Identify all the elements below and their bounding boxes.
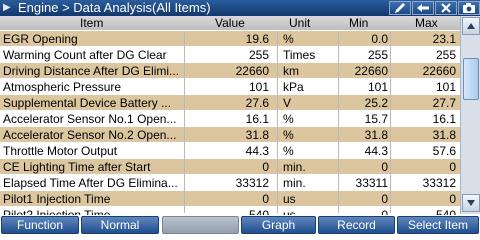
column-divider xyxy=(184,31,185,213)
function-button[interactable]: Function xyxy=(1,216,79,234)
select-item-button[interactable]: Select Item xyxy=(397,216,479,234)
item-max: 57.6 xyxy=(432,144,456,158)
column-header-item[interactable]: Item xyxy=(80,16,103,30)
item-unit: % xyxy=(283,32,294,46)
item-name: EGR Opening xyxy=(3,32,78,46)
item-unit: us xyxy=(283,192,296,206)
item-min: 31.8 xyxy=(364,128,388,142)
item-min: 0 xyxy=(381,160,388,174)
item-value: 0 xyxy=(262,160,269,174)
table-row[interactable]: Pilot1 Injection Time 0 us 0 0 xyxy=(0,191,460,207)
record-button[interactable]: Record xyxy=(318,216,395,234)
item-unit: % xyxy=(283,112,294,126)
table-row[interactable]: Throttle Motor Output 44.3 % 44.3 57.6 xyxy=(0,143,460,159)
item-unit: % xyxy=(283,144,294,158)
item-max: 22660 xyxy=(422,64,456,78)
item-unit: Times xyxy=(283,48,316,62)
item-unit: V xyxy=(283,96,292,110)
column-header-max[interactable]: Max xyxy=(415,16,438,30)
item-max: 0 xyxy=(449,192,456,206)
item-min: 15.7 xyxy=(364,112,388,126)
function-bar: Function Normal Graph Record Select Item xyxy=(0,215,480,234)
column-divider xyxy=(390,31,391,213)
item-name: Accelerator Sensor No.2 Open... xyxy=(3,128,177,142)
item-unit: km xyxy=(283,64,299,78)
table-row[interactable]: Atmospheric Pressure 101 kPa 101 101 xyxy=(0,79,460,95)
item-name: Accelerator Sensor No.1 Open... xyxy=(3,112,177,126)
vertical-scrollbar[interactable] xyxy=(460,16,480,214)
item-name: Driving Distance After DG Elimi... xyxy=(3,64,180,78)
table-row[interactable]: EGR Opening 19.6 % 0.0 23.1 xyxy=(0,31,460,47)
item-max: 255 xyxy=(435,48,456,62)
item-min: 33311 xyxy=(355,176,388,190)
item-min: 25.2 xyxy=(364,96,388,110)
back-arrow-icon[interactable] xyxy=(412,1,434,15)
item-min: 0 xyxy=(381,192,388,206)
item-unit: kPa xyxy=(283,80,304,94)
breadcrumb: Engine > Data Analysis(All Items) xyxy=(18,0,211,15)
item-min: 101 xyxy=(367,80,388,94)
item-min: 44.3 xyxy=(364,144,388,158)
item-max: 101 xyxy=(435,80,456,94)
item-name: Throttle Motor Output xyxy=(3,144,118,158)
item-value: 16.1 xyxy=(245,112,269,126)
item-value: 19.6 xyxy=(245,32,269,46)
item-min: 255 xyxy=(367,48,388,62)
item-value: 0 xyxy=(262,192,269,206)
menu-caret-icon: ▶ xyxy=(3,2,11,13)
table-row[interactable]: Elapsed Time After DG Elimina... 33312 m… xyxy=(0,175,460,191)
item-value: 33312 xyxy=(235,176,269,190)
normal-button[interactable]: Normal xyxy=(81,216,159,234)
item-max: 16.1 xyxy=(432,112,456,126)
close-icon[interactable] xyxy=(435,1,457,15)
scroll-down-arrow-icon[interactable] xyxy=(462,194,480,212)
item-min: 22660 xyxy=(354,64,388,78)
column-divider xyxy=(277,31,278,213)
column-header-row: Item Value Unit Min Max xyxy=(0,16,460,30)
table-row[interactable]: CE Lighting Time after Start 0 min. 0 0 xyxy=(0,159,460,175)
column-header-unit[interactable]: Unit xyxy=(289,16,310,30)
item-value: 31.8 xyxy=(245,128,269,142)
item-value: 255 xyxy=(248,48,269,62)
item-max: 23.1 xyxy=(432,32,456,46)
item-name: CE Lighting Time after Start xyxy=(3,160,151,174)
column-header-min[interactable]: Min xyxy=(349,16,368,30)
column-divider xyxy=(338,31,339,213)
item-min: 0.0 xyxy=(371,32,388,46)
item-value: 44.3 xyxy=(245,144,269,158)
item-name: Supplemental Device Battery ... xyxy=(3,96,172,110)
item-name: Warming Count after DG Clear xyxy=(3,48,167,62)
table-row[interactable]: Warming Count after DG Clear 255 Times 2… xyxy=(0,47,460,63)
item-name: Pilot1 Injection Time xyxy=(3,192,111,206)
table-row[interactable]: Accelerator Sensor No.2 Open... 31.8 % 3… xyxy=(0,127,460,143)
item-unit: min. xyxy=(283,176,306,190)
camera-icon[interactable] xyxy=(458,1,480,15)
scroll-up-arrow-icon[interactable] xyxy=(462,17,480,35)
item-name: Atmospheric Pressure xyxy=(3,80,122,94)
item-unit: % xyxy=(283,128,294,142)
pencil-icon[interactable] xyxy=(389,1,411,15)
item-max: 31.8 xyxy=(432,128,456,142)
table-row[interactable]: Accelerator Sensor No.1 Open... 16.1 % 1… xyxy=(0,111,460,127)
item-value: 27.6 xyxy=(245,96,269,110)
column-header-value[interactable]: Value xyxy=(215,16,245,30)
item-max: 33312 xyxy=(422,176,456,190)
item-max: 0 xyxy=(449,160,456,174)
table-row[interactable]: Supplemental Device Battery ... 27.6 V 2… xyxy=(0,95,460,111)
item-unit: min. xyxy=(283,160,306,174)
blank-button xyxy=(162,216,239,234)
graph-button[interactable]: Graph xyxy=(241,216,316,234)
item-max: 27.7 xyxy=(432,96,456,110)
scroll-thumb[interactable] xyxy=(463,58,479,100)
title-bar: ▶ Engine > Data Analysis(All Items) xyxy=(0,0,480,16)
data-table: EGR Opening 19.6 % 0.0 23.1 Warming Coun… xyxy=(0,31,460,223)
item-name: Elapsed Time After DG Elimina... xyxy=(3,176,178,190)
item-value: 22660 xyxy=(235,64,269,78)
item-value: 101 xyxy=(248,80,269,94)
table-row[interactable]: Driving Distance After DG Elimi... 22660… xyxy=(0,63,460,79)
